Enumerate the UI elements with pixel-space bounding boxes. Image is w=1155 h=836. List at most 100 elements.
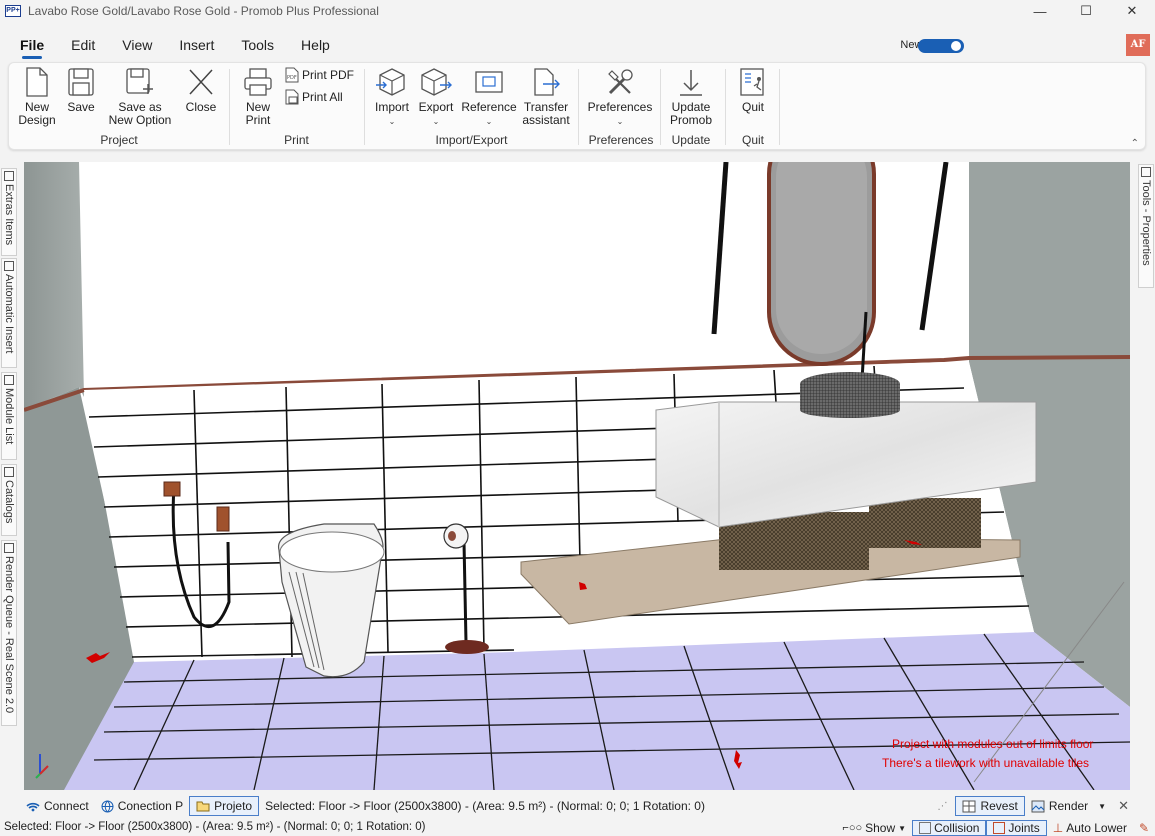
auto-lower-icon: ⊥ xyxy=(1052,821,1064,835)
menu-view[interactable]: View xyxy=(122,33,152,57)
menu-insert[interactable]: Insert xyxy=(179,33,214,57)
update-promob-button[interactable]: Update Promob xyxy=(665,67,717,127)
joints-toggle[interactable]: Joints xyxy=(986,820,1047,836)
ribbon-separator xyxy=(578,69,579,145)
menu-tools[interactable]: Tools xyxy=(241,33,274,57)
tab-catalogs[interactable]: Catalogs xyxy=(1,464,17,536)
conection-p-button[interactable]: Conection P xyxy=(95,796,189,816)
show-button[interactable]: ⌐○○ Show ▼ xyxy=(836,820,912,836)
print-all-button[interactable]: Print All xyxy=(284,89,343,105)
render-button[interactable]: Render ▼ xyxy=(1025,796,1112,816)
render-label: Render xyxy=(1048,799,1089,813)
reference-button[interactable]: Reference ⌄ xyxy=(461,67,517,128)
ribbon-separator xyxy=(660,69,661,145)
tab-catalogs-label: Catalogs xyxy=(3,480,15,524)
warning-modules-out-of-limits: Project with modules out of limits floor xyxy=(892,737,1094,751)
close-toolbar-icon[interactable]: ✕ xyxy=(1112,796,1135,816)
tools-icon xyxy=(1141,167,1151,177)
connect-button[interactable]: Connect xyxy=(20,796,95,816)
tab-extras-items-label: Extras Items xyxy=(3,184,15,246)
quit-button[interactable]: Quit xyxy=(733,67,773,114)
new-promob-toggle[interactable] xyxy=(918,39,964,53)
tab-render-queue-label: Render Queue - Real Scene 2.0 xyxy=(3,556,15,714)
close-button[interactable]: Close xyxy=(181,67,221,114)
collapse-ribbon-icon[interactable]: ⌃ xyxy=(1131,138,1139,149)
conection-p-label: Conection P xyxy=(117,799,184,813)
ribbon-separator xyxy=(779,69,780,145)
maximize-button[interactable]: ☐ xyxy=(1063,0,1109,22)
save-as-new-option-button[interactable]: Save as New Option xyxy=(102,67,178,127)
joints-icon xyxy=(993,822,1006,834)
ribbon-separator xyxy=(229,69,230,145)
close-icon xyxy=(189,69,213,95)
render-queue-icon xyxy=(4,543,14,553)
status-bar-right: ⌐○○ Show ▼ Collision Joints ⊥ Auto Lower… xyxy=(836,820,1155,836)
ribbon-separator xyxy=(364,69,365,145)
window-controls: — ☐ ✕ xyxy=(1017,0,1155,22)
print-all-icon xyxy=(285,89,299,105)
tab-automatic-insert[interactable]: Automatic Insert xyxy=(1,258,17,368)
printer-icon xyxy=(244,68,272,96)
collision-label: Collision xyxy=(934,821,980,835)
export-button[interactable]: Export ⌄ xyxy=(415,67,457,128)
tools-icon xyxy=(608,69,633,95)
save-button[interactable]: Save xyxy=(63,67,99,114)
globe-icon xyxy=(101,800,114,812)
close-window-button[interactable]: ✕ xyxy=(1109,0,1155,22)
menu-file[interactable]: File xyxy=(20,33,44,59)
save-as-new-option-label: Save as New Option xyxy=(108,100,172,127)
show-label: Show xyxy=(865,821,896,835)
preferences-button[interactable]: Preferences ⌄ xyxy=(585,67,655,128)
revest-button[interactable]: Revest xyxy=(955,796,1025,816)
window-title: Lavabo Rose Gold/Lavabo Rose Gold - Prom… xyxy=(28,4,379,18)
print-pdf-button[interactable]: PDF Print PDF xyxy=(284,67,354,83)
new-print-label: New Print xyxy=(245,100,271,127)
app-icon: PP+ xyxy=(5,5,21,17)
tab-module-list[interactable]: Module List xyxy=(1,372,17,460)
projeto-label: Projeto xyxy=(214,799,253,813)
dropdown-arrow-icon[interactable]: ▼ xyxy=(1098,802,1106,811)
new-print-button[interactable]: New Print xyxy=(237,67,279,127)
wifi-icon xyxy=(26,802,40,812)
user-avatar[interactable]: AF xyxy=(1126,34,1150,56)
transfer-assistant-button[interactable]: Transfer assistant xyxy=(519,67,573,127)
minimize-button[interactable]: — xyxy=(1017,0,1063,22)
tab-automatic-insert-label: Automatic Insert xyxy=(3,274,15,354)
right-side-panel-tabs: Tools - Properties xyxy=(1137,162,1155,792)
revest-label: Revest xyxy=(980,799,1018,813)
svg-text:PDF: PDF xyxy=(287,75,297,81)
import-icon xyxy=(376,68,405,96)
menu-help[interactable]: Help xyxy=(301,33,330,57)
group-label-print: Print xyxy=(284,133,309,147)
left-side-panel-tabs: Extras Items Automatic Insert Module Lis… xyxy=(0,162,18,792)
tab-module-list-label: Module List xyxy=(3,388,15,445)
magic-icon xyxy=(4,261,14,271)
3d-viewport[interactable]: Project with modules out of limits floor… xyxy=(24,162,1130,790)
transfer-assistant-label: Transfer assistant xyxy=(522,100,570,127)
scene-toolbar-right: ⋰ Revest Render ▼ ✕ xyxy=(937,795,1135,817)
import-button[interactable]: Import ⌄ xyxy=(371,67,413,128)
auto-lower-label: Auto Lower xyxy=(1066,821,1127,835)
tab-render-queue[interactable]: Render Queue - Real Scene 2.0 xyxy=(1,540,17,726)
export-label: Export xyxy=(418,100,454,114)
print-all-label: Print All xyxy=(302,90,343,104)
tiles-icon xyxy=(962,800,976,812)
new-document-icon xyxy=(26,67,48,97)
more-icon[interactable]: ✎ xyxy=(1133,820,1155,836)
update-promob-label: Update Promob xyxy=(669,100,713,127)
group-label-preferences: Preferences xyxy=(588,133,654,147)
new-design-button[interactable]: New Design xyxy=(13,67,61,127)
tab-tools-properties[interactable]: Tools - Properties xyxy=(1138,164,1154,288)
collision-toggle[interactable]: Collision xyxy=(912,820,987,836)
new-design-label: New Design xyxy=(18,100,56,127)
save-as-icon xyxy=(126,68,153,94)
menu-bar: File Edit View Insert Tools Help New Pro… xyxy=(0,30,1155,60)
projeto-button[interactable]: Projeto xyxy=(189,796,260,816)
save-label: Save xyxy=(67,100,95,114)
auto-lower-toggle[interactable]: ⊥ Auto Lower xyxy=(1047,820,1133,836)
menu-edit[interactable]: Edit xyxy=(71,33,95,57)
import-label: Import xyxy=(374,100,409,114)
warning-unavailable-tiles: There's a tilework with unavailable tile… xyxy=(882,756,1090,770)
tab-extras-items[interactable]: Extras Items xyxy=(1,168,17,256)
connect-label: Connect xyxy=(44,799,89,813)
